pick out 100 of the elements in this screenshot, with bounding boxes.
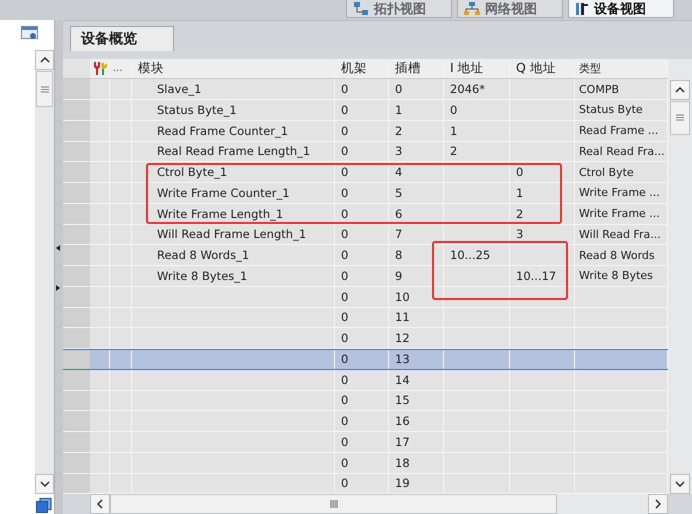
table-row[interactable]: Read 8 Words_1 0 8 10...25 Read 8 Words — [63, 245, 668, 266]
table-cell: 12 — [395, 331, 410, 346]
table-cell: 15 — [395, 393, 410, 408]
scroll-left-button[interactable] — [90, 494, 110, 514]
chevron-left-icon — [97, 499, 103, 510]
view-tab[interactable]: 拓扑视图 — [346, 0, 452, 18]
table-cell: 16 — [395, 414, 410, 428]
scroll-down-button[interactable] — [35, 474, 54, 494]
table-cell: 0 — [341, 476, 348, 490]
table-cell: 1 — [395, 102, 402, 117]
chevron-right-icon — [655, 499, 661, 510]
column-header[interactable]: Q 地址 — [510, 58, 575, 78]
table-cell: 0 — [516, 165, 524, 180]
column-header[interactable]: ... — [110, 58, 132, 78]
grip-icon — [40, 86, 49, 92]
table-row[interactable]: 0 10 — [63, 286, 668, 308]
scroll-up-button[interactable] — [670, 80, 690, 100]
table-cell: 11 — [395, 310, 410, 324]
table-cell: Write Frame Counter_1 — [157, 186, 290, 200]
table-row[interactable]: Write Frame Counter_1 0 5 1 Write Frame ... — [63, 183, 668, 204]
table-row[interactable]: Slave_1 0 0 2046* COMPB — [63, 79, 668, 100]
view-tab[interactable]: 网络视图 — [457, 0, 563, 18]
horizontal-scrollbar[interactable] — [90, 494, 668, 514]
table-cell: 4 — [395, 165, 402, 180]
table-cell: 0 — [341, 124, 348, 138]
window-icon[interactable] — [36, 498, 52, 513]
table-row[interactable]: Ctrol Byte_1 0 4 0 Ctrol Byte — [63, 162, 668, 183]
table-cell: 0 — [341, 82, 348, 96]
table-cell: 5 — [395, 186, 402, 200]
table-cell: 0 — [341, 331, 348, 346]
table-cell: 0 — [395, 82, 402, 96]
table-cell: 0 — [341, 393, 348, 408]
scrollbar-thumb[interactable] — [670, 100, 690, 134]
chevron-up-icon — [675, 86, 685, 92]
scroll-right-button[interactable] — [648, 494, 668, 514]
device-icon — [575, 1, 589, 16]
column-header[interactable]: 插槽 — [389, 58, 444, 78]
view-tab[interactable]: 设备视图 — [568, 0, 674, 18]
table-cell: 0 — [341, 434, 348, 449]
table-cell: 1 — [516, 186, 524, 200]
table-cell: 10...25 — [450, 248, 490, 262]
table-cell: 0 — [341, 144, 348, 158]
table-cell: 0 — [341, 372, 348, 387]
table-cell: 6 — [395, 206, 402, 221]
table-row[interactable]: Will Read Frame Length_1 0 7 3 Will Read Fra... — [63, 224, 668, 246]
table-cell: 2 — [450, 144, 458, 158]
table-cell: 3 — [395, 144, 402, 158]
table-cell: Status Byte_1 — [157, 102, 237, 117]
table-cell: 17 — [395, 434, 410, 449]
tools-icon — [92, 61, 108, 76]
table-row[interactable]: Read Frame Counter_1 0 2 1 Read Frame ... — [63, 120, 668, 142]
table-row[interactable]: 0 13 — [63, 349, 668, 370]
scroll-up-button[interactable] — [35, 50, 54, 70]
panel-tab[interactable]: 设备概览 — [70, 26, 174, 51]
table-cell: Read 8 Words_1 — [157, 248, 250, 262]
scroll-down-button[interactable] — [670, 474, 690, 494]
table-cell: 10...17 — [516, 268, 556, 283]
table-row[interactable]: 0 16 — [63, 411, 668, 432]
table-cell: 10 — [395, 290, 410, 304]
table-cell: 9 — [395, 268, 402, 283]
table-cell: 13 — [395, 352, 410, 366]
chevron-up-icon — [40, 57, 50, 63]
table-cell: Write 8 Bytes — [579, 269, 653, 282]
chevron-down-icon — [675, 481, 685, 488]
chevron-down-icon — [40, 481, 50, 487]
table-row[interactable]: 0 18 — [63, 452, 668, 474]
table-cell: 14 — [395, 372, 410, 387]
column-header[interactable]: 机架 — [335, 58, 389, 78]
grip-icon — [330, 500, 338, 508]
scrollbar-thumb[interactable] — [36, 71, 54, 107]
table-row[interactable]: Write 8 Bytes_1 0 9 10...17 Write 8 Bytes — [63, 266, 668, 287]
table-cell: 0 — [341, 206, 348, 221]
table-cell: 2046* — [450, 82, 486, 96]
table-cell: Read Frame Counter_1 — [157, 124, 288, 138]
table-cell: 8 — [395, 248, 402, 262]
table-row[interactable]: 0 15 — [63, 390, 668, 412]
table-cell: Real Read Frame Length_1 — [157, 144, 310, 158]
table-cell: 18 — [395, 456, 410, 470]
table-cell: Write Frame ... — [579, 186, 660, 200]
scrollbar-thumb[interactable] — [110, 494, 557, 514]
table-cell: 0 — [341, 248, 348, 262]
table-row[interactable]: 0 17 — [63, 432, 668, 453]
grip-icon — [676, 114, 684, 121]
table-cell: Read Frame ... — [579, 124, 658, 138]
table-row[interactable]: 0 11 — [63, 308, 668, 328]
column-header[interactable]: I 地址 — [444, 58, 510, 78]
corner-cell[interactable] — [63, 58, 90, 78]
table-row[interactable]: 0 14 — [63, 370, 668, 390]
column-header[interactable]: 模块 — [132, 58, 335, 78]
table-cell: 0 — [341, 165, 348, 180]
table-cell: COMPB — [579, 82, 620, 96]
window-icon[interactable] — [21, 26, 38, 41]
table-row[interactable]: Status Byte_1 0 1 0 Status Byte — [63, 100, 668, 121]
table-row[interactable]: Real Read Frame Length_1 0 3 2 Real Read Fra... — [63, 142, 668, 162]
table-row[interactable]: Write Frame Length_1 0 6 2 Write Frame ... — [63, 204, 668, 224]
table-cell: 2 — [395, 124, 402, 138]
table-cell: 0 — [341, 186, 348, 200]
table-cell: 0 — [341, 102, 348, 117]
table-cell: 0 — [341, 414, 348, 428]
table-cell: Ctrol Byte — [579, 166, 634, 179]
